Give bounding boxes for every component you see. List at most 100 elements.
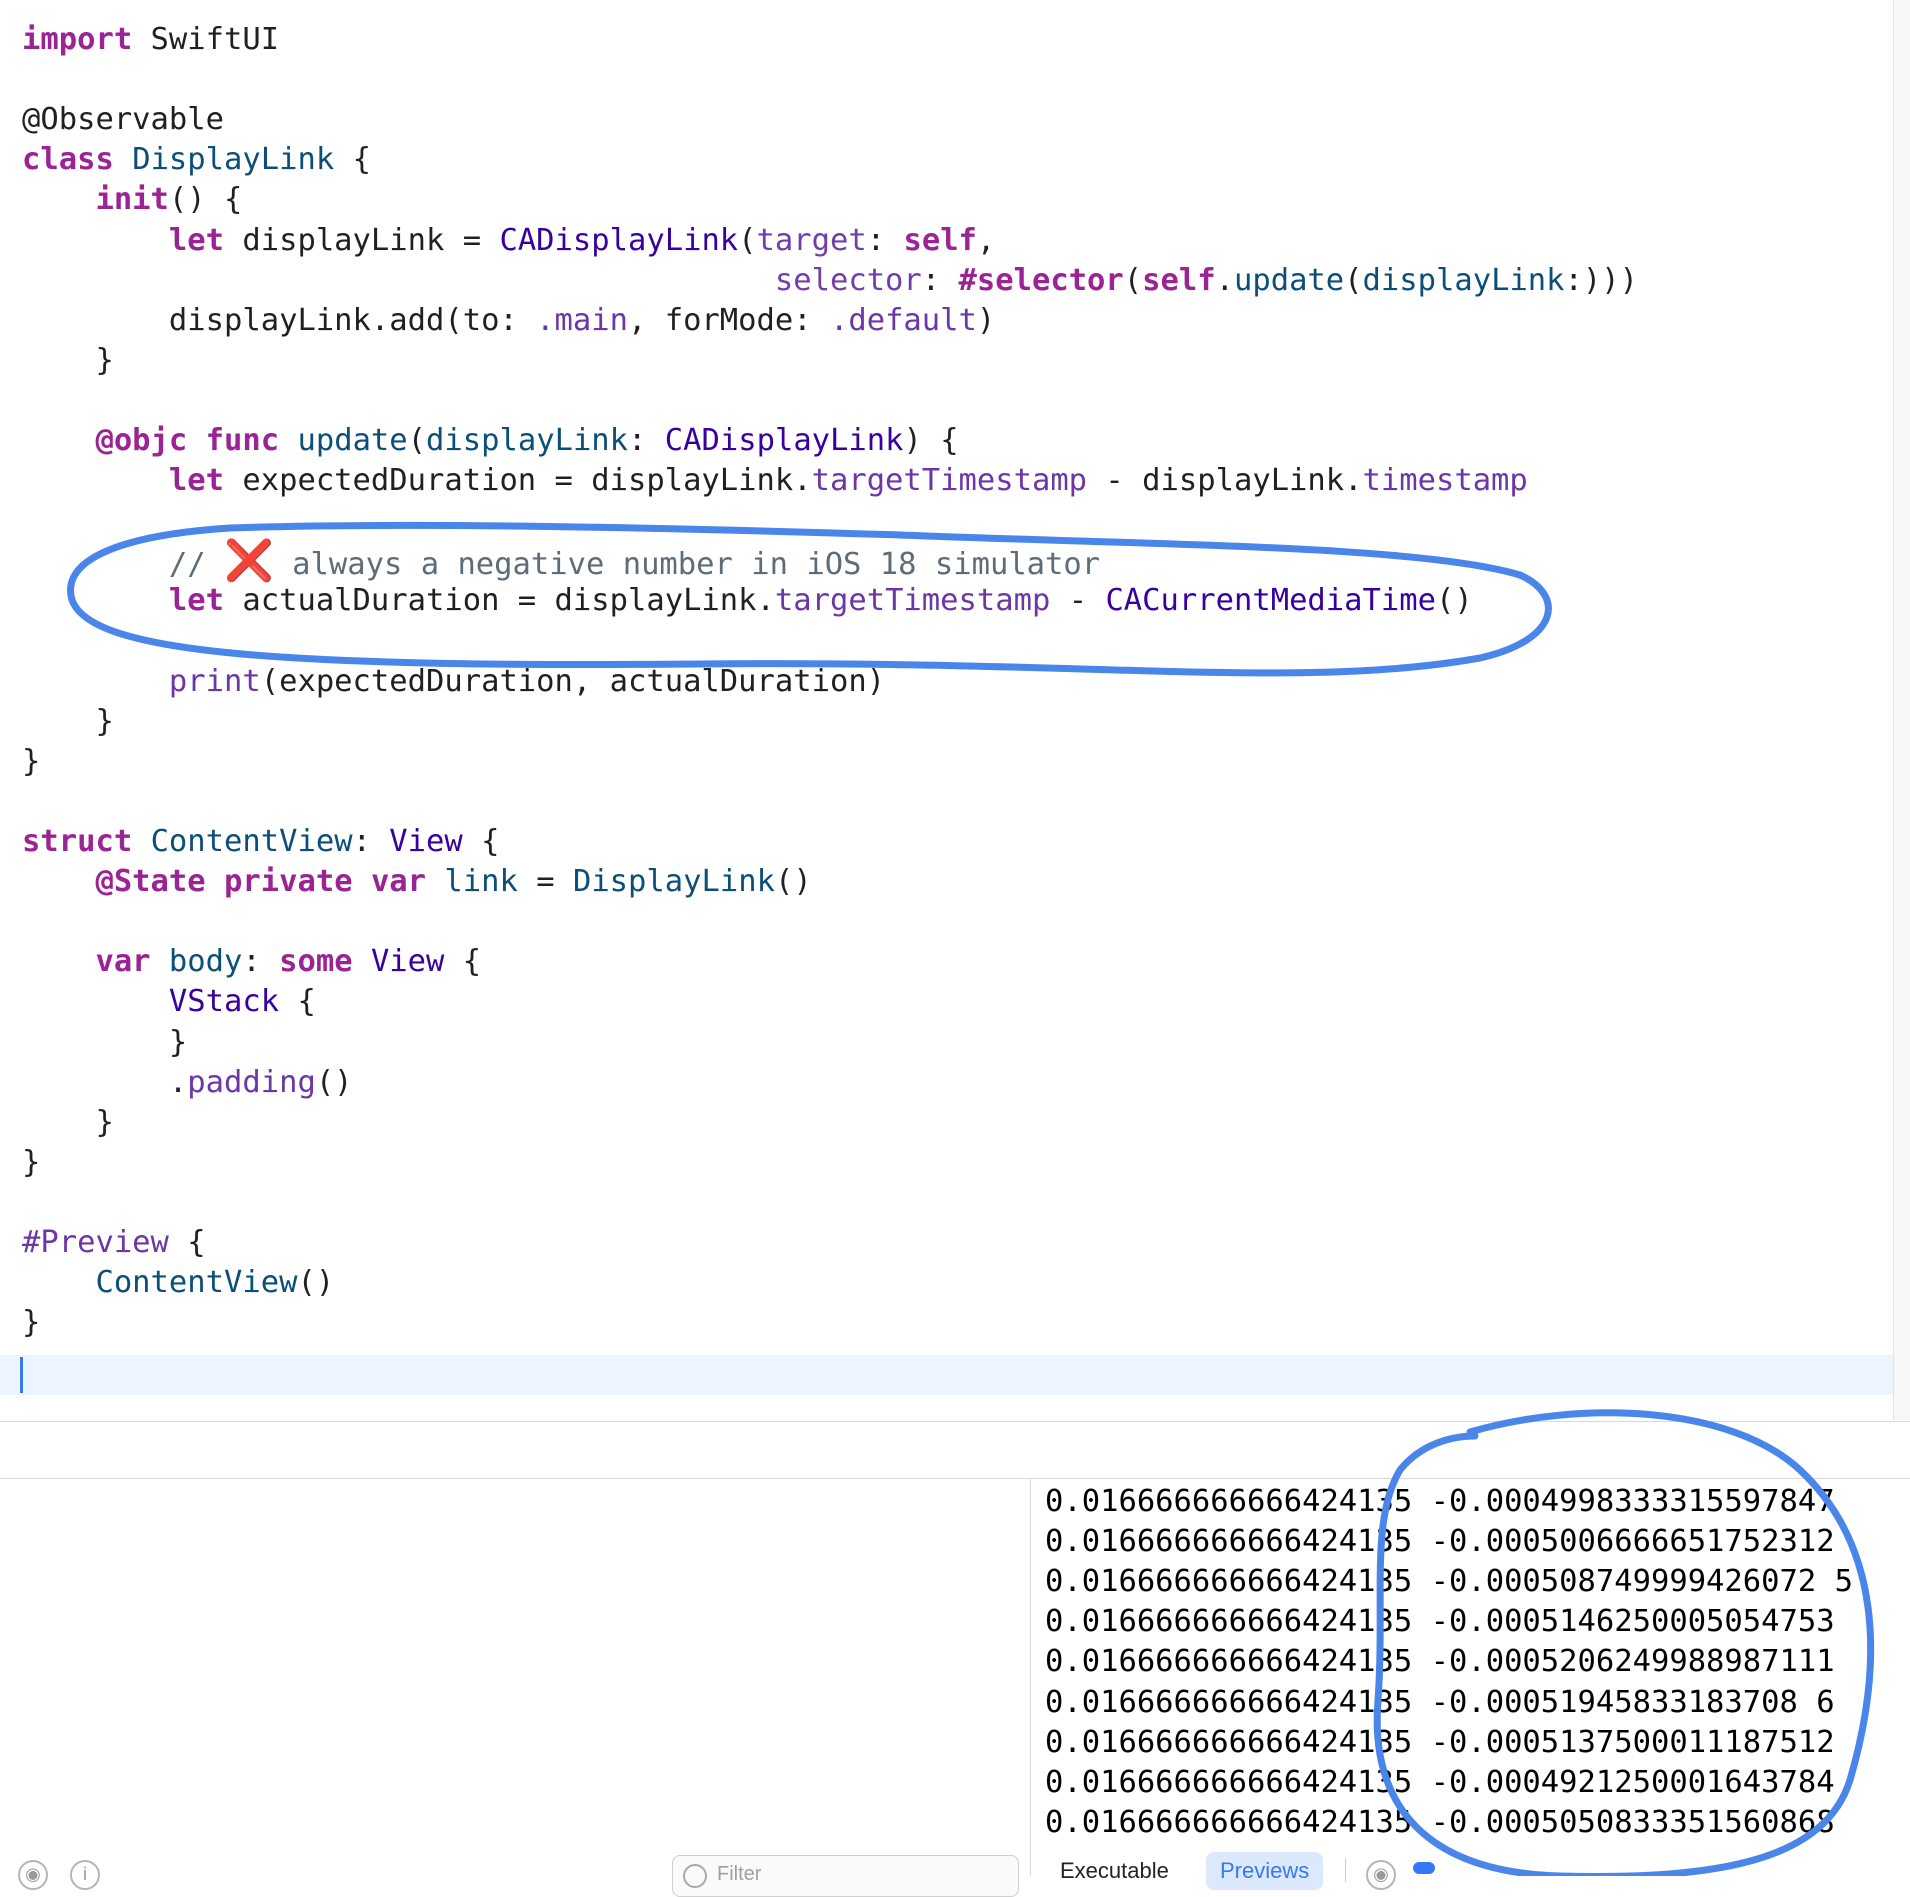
code-line: print(expectedDuration, actualDuration) (22, 662, 885, 702)
code-token: ) { (903, 423, 959, 458)
code-token: let (168, 222, 224, 258)
code-line: init() { (22, 180, 242, 220)
code-token: ) (976, 302, 996, 338)
code-token: } (22, 342, 114, 378)
code-line: ContentView() (22, 1263, 334, 1303)
tab-executable[interactable]: Executable (1046, 1852, 1183, 1890)
tab-previews[interactable]: Previews (1206, 1852, 1324, 1890)
console-line: 0.016666666666424135 -0.0005087499994260… (1045, 1564, 1853, 1600)
current-line-highlight (0, 1355, 1910, 1395)
debug-toolbar (0, 1422, 1910, 1478)
code-token: DisplayLink (572, 864, 775, 900)
code-token: , (976, 222, 996, 258)
variables-filter-field[interactable]: Filter (672, 1855, 1019, 1897)
code-token: () { (168, 182, 243, 218)
console-line: 0.016666666666424135 -0.0005006666651752… (1045, 1524, 1835, 1560)
code-token: ( (1123, 262, 1143, 298)
eye-icon[interactable]: ◉ (1366, 1860, 1396, 1890)
code-token: @State (95, 864, 206, 900)
code-token: // (22, 547, 224, 583)
code-line: } (22, 341, 114, 381)
code-token: - (1050, 583, 1106, 619)
code-token: { (462, 824, 500, 859)
code-token: actualDuration = displayLink. (224, 583, 775, 619)
console-line: 0.016666666666424135 -0.0005194583318370… (1045, 1684, 1835, 1720)
code-token: () (315, 1064, 353, 1100)
code-line: var body: some View { (22, 942, 481, 982)
console-output[interactable]: 0.016666666666424135 -0.0004998333315597… (1031, 1479, 1910, 1876)
code-line: let actualDuration = displayLink.targetT… (22, 581, 1473, 621)
code-token: () (774, 864, 812, 900)
code-token: ( (738, 222, 757, 258)
code-token: - displayLink. (1087, 463, 1363, 499)
editor-scrollbar[interactable] (1893, 0, 1910, 1420)
code-line: VStack { (22, 982, 316, 1022)
code-token: let (168, 463, 224, 499)
code-line: .padding() (22, 1063, 353, 1103)
code-token: targetTimestamp (811, 463, 1088, 499)
code-token: always a negative number in iOS 18 simul… (273, 547, 1101, 583)
code-line: } (22, 1303, 40, 1343)
code-line: } (22, 1143, 40, 1183)
code-token: displayLink = (224, 222, 500, 258)
code-line: } (22, 702, 114, 742)
filter-icon (683, 1864, 707, 1888)
code-token: displayLink.add(to: (22, 302, 537, 338)
code-token: } (22, 1024, 188, 1060)
code-token: () (297, 1265, 335, 1301)
code-token: let (168, 583, 224, 619)
eye-icon[interactable]: ◉ (18, 1860, 48, 1890)
code-token: struct (22, 824, 133, 859)
code-token: some (279, 944, 353, 980)
variables-pane (0, 1479, 1031, 1876)
code-token: ContentView (95, 1265, 298, 1301)
tab-separator (1345, 1858, 1346, 1882)
code-token: } (22, 1144, 41, 1180)
code-token: update (297, 423, 408, 458)
code-token: @Observable (22, 102, 224, 138)
code-token: VStack (168, 984, 280, 1020)
code-line: let expectedDuration = displayLink.targe… (22, 461, 1528, 501)
code-token: . (1215, 262, 1234, 298)
code-token: #Preview (22, 1225, 169, 1260)
code-token: } (22, 1305, 41, 1341)
code-line: class DisplayLink { (22, 140, 371, 180)
code-line: @State private var link = DisplayLink() (22, 862, 812, 902)
code-token: = (517, 864, 573, 900)
info-icon[interactable]: i (70, 1860, 100, 1890)
console-line: 0.016666666666424135 -0.0005137500011187… (1045, 1724, 1835, 1760)
code-editor[interactable]: import SwiftUI @Observable class DisplayLi… (0, 0, 1910, 1420)
code-token: displayLink (426, 423, 629, 458)
code-line: } (22, 1023, 187, 1063)
code-line: } (22, 742, 40, 782)
code-token: { (334, 142, 371, 178)
code-token: CACurrentMediaTime (1105, 583, 1436, 619)
code-token: : (866, 222, 904, 258)
code-token: padding (187, 1064, 316, 1100)
code-token: selector (774, 262, 922, 298)
console-line: 0.016666666666424135 -0.0005206249988987… (1045, 1644, 1835, 1680)
code-token: private (224, 864, 353, 900)
code-token: : (352, 824, 390, 859)
code-token: DisplayLink (132, 142, 335, 178)
toggle-icon[interactable] (1413, 1862, 1435, 1874)
code-line: struct ContentView: View { (22, 822, 499, 862)
code-line: } (22, 1103, 113, 1143)
code-token: CADisplayLink (499, 222, 739, 258)
console-line: 0.016666666666424135 -0.0005146250005054… (1045, 1604, 1835, 1640)
code-token: } (22, 703, 114, 739)
code-line: // ❌ always a negative number in iOS 18 … (22, 541, 1101, 583)
code-token: .main (536, 302, 628, 338)
